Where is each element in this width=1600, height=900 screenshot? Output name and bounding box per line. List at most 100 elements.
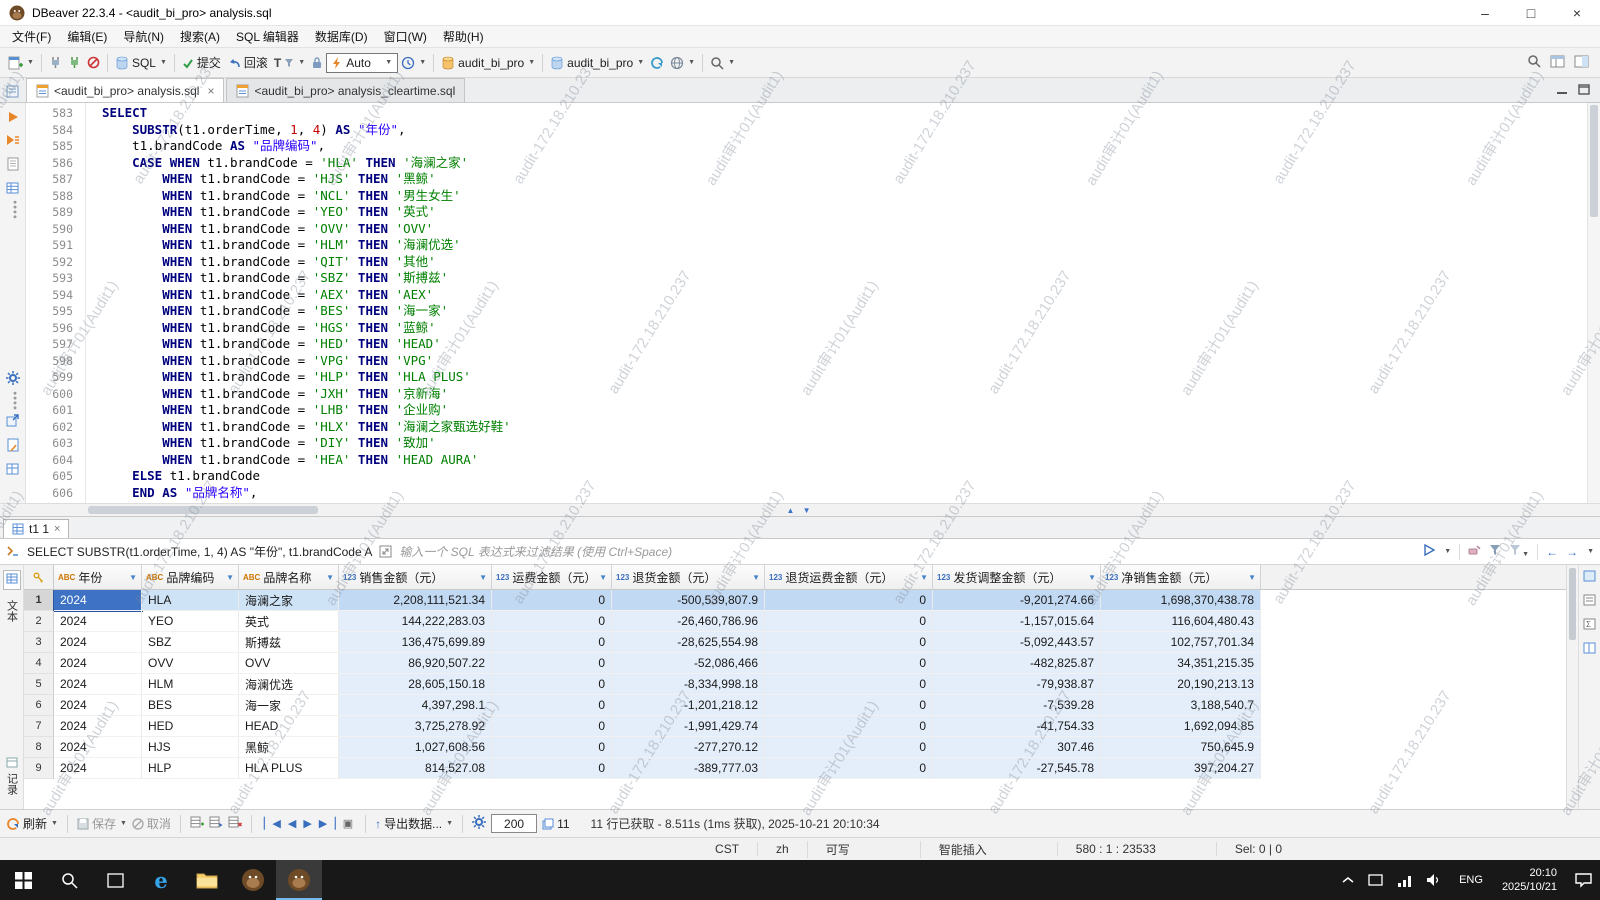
history-back-icon[interactable]: ← xyxy=(1546,545,1558,559)
cell[interactable]: 斯搏兹 xyxy=(239,632,339,653)
cell[interactable]: YEO xyxy=(142,611,239,632)
table-row[interactable]: 3 2024 SBZ 斯搏兹 136,475,699.89 0 -28,625,554.98… xyxy=(24,632,1566,653)
column-filter-icon[interactable]: ▼ xyxy=(748,573,760,582)
scrollbar-thumb[interactable] xyxy=(1569,568,1576,640)
cell[interactable]: -1,157,015.64 xyxy=(933,611,1101,632)
duplicate-row-button[interactable] xyxy=(209,816,223,831)
grid-edit-icon[interactable] xyxy=(6,463,19,478)
cell[interactable]: 814,527.08 xyxy=(339,758,492,779)
code-line[interactable]: WHEN t1.brandCode = 'DIY' THEN '致加' xyxy=(102,435,1587,452)
add-row-button[interactable] xyxy=(190,816,204,831)
cell[interactable]: -41,754.33 xyxy=(933,716,1101,737)
fetch-pages-indicator[interactable]: 11 xyxy=(542,817,570,831)
execute-statement-icon[interactable] xyxy=(7,111,19,126)
cell[interactable]: 0 xyxy=(492,695,612,716)
cell[interactable]: 0 xyxy=(492,716,612,737)
minimize-button[interactable]: – xyxy=(1462,0,1508,25)
save-script-icon[interactable] xyxy=(7,438,19,455)
first-row-button[interactable]: ▏◀ xyxy=(264,817,281,830)
table-row[interactable]: 4 2024 OVV OVV 86,920,507.22 0 -52,086,466 0 -48… xyxy=(24,653,1566,674)
row-number[interactable]: 5 xyxy=(24,674,54,695)
column-filter-icon[interactable]: ▼ xyxy=(916,573,928,582)
minimize-editor-icon[interactable] xyxy=(1556,84,1568,98)
cell[interactable]: 2,208,111,521.34 xyxy=(339,590,492,611)
cell[interactable]: 307.46 xyxy=(933,737,1101,758)
grid-corner-key-icon[interactable] xyxy=(24,565,54,589)
cell[interactable]: 0 xyxy=(492,758,612,779)
grid-vertical-scrollbar[interactable] xyxy=(1566,565,1578,809)
code-line[interactable]: SELECT xyxy=(102,105,1587,122)
menu-file[interactable]: 文件(F) xyxy=(4,26,59,47)
code-line[interactable]: END AS "品牌名称", xyxy=(102,485,1587,502)
cell[interactable]: HLA xyxy=(142,590,239,611)
cell[interactable]: 4,397,298.1 xyxy=(339,695,492,716)
history-dropdown-icon[interactable]: ▼ xyxy=(1587,548,1594,555)
column-header[interactable]: ABC 品牌编码 ▼ xyxy=(142,565,239,589)
cell[interactable]: 2024 xyxy=(54,611,142,632)
code-line[interactable]: WHEN t1.brandCode = 'QIT' THEN '其他' xyxy=(102,254,1587,271)
cell[interactable]: 102,757,701.34 xyxy=(1101,632,1261,653)
cursor-position[interactable]: 580 : 1 : 23533 xyxy=(1056,842,1216,856)
table-row[interactable]: 5 2024 HLM 海澜优选 28,605,150.18 0 -8,334,998.18 0… xyxy=(24,674,1566,695)
cell[interactable]: 2024 xyxy=(54,653,142,674)
filter-input[interactable]: 输入一个 SQL 表达式来过滤结果 (使用 Ctrl+Space) xyxy=(399,543,672,560)
dbeaver-taskbar-icon[interactable] xyxy=(230,860,276,900)
tray-chevron-up-icon[interactable] xyxy=(1335,860,1361,900)
editor-vertical-scrollbar[interactable] xyxy=(1587,103,1600,503)
connection-selector[interactable]: audit_bi_pro ▼ xyxy=(438,54,538,72)
cell[interactable]: -482,825.87 xyxy=(933,653,1101,674)
cell[interactable]: 3,188,540.7 xyxy=(1101,695,1261,716)
cell[interactable]: -389,777.03 xyxy=(612,758,765,779)
tab-analysis-cleartime-sql[interactable]: <audit_bi_pro> analysis_cleartime.sql xyxy=(226,78,466,102)
code-line[interactable]: WHEN t1.brandCode = 'HGS' THEN '蓝鲸' xyxy=(102,320,1587,337)
column-header[interactable]: ABC 年份 ▼ xyxy=(54,565,142,589)
menu-help[interactable]: 帮助(H) xyxy=(435,26,492,47)
cell[interactable]: HLA PLUS xyxy=(239,758,339,779)
commit-button[interactable]: 提交 xyxy=(179,52,224,73)
code-line[interactable]: WHEN t1.brandCode = 'YEO' THEN '英式' xyxy=(102,204,1587,221)
expand-filter-icon[interactable] xyxy=(379,545,392,558)
perspective-icon[interactable] xyxy=(1550,55,1565,71)
row-number[interactable]: 1 xyxy=(24,590,54,611)
grid-view-tab[interactable] xyxy=(2,570,21,590)
row-number[interactable]: 3 xyxy=(24,632,54,653)
cell[interactable]: -500,539,807.9 xyxy=(612,590,765,611)
cell[interactable]: 0 xyxy=(492,590,612,611)
column-header[interactable]: 123 运费金额（元） ▼ xyxy=(492,565,612,589)
cell[interactable]: HJS xyxy=(142,737,239,758)
file-explorer-icon[interactable] xyxy=(184,860,230,900)
new-sql-editor-button[interactable]: ▼ xyxy=(5,53,37,72)
row-number[interactable]: 8 xyxy=(24,737,54,758)
column-filter-icon[interactable]: ▼ xyxy=(1244,573,1256,582)
cell[interactable]: -27,545.78 xyxy=(933,758,1101,779)
fetch-size-input[interactable]: 200 xyxy=(491,814,538,833)
save-filter-funnel-icon[interactable] xyxy=(1489,544,1501,559)
sync-connection-button[interactable] xyxy=(647,54,667,72)
lock-button[interactable] xyxy=(308,54,326,71)
cell[interactable]: 0 xyxy=(765,716,933,737)
cell[interactable]: 0 xyxy=(765,674,933,695)
maximize-editor-icon[interactable] xyxy=(1578,84,1590,98)
cell[interactable]: 0 xyxy=(765,590,933,611)
table-row[interactable]: 6 2024 BES 海一家 4,397,298.1 0 -1,201,218.12 0 -7,… xyxy=(24,695,1566,716)
transaction-filter-button[interactable]: T ▼ xyxy=(271,54,308,72)
tab-close-icon[interactable]: × xyxy=(207,84,214,98)
cell[interactable]: 34,351,215.35 xyxy=(1101,653,1261,674)
row-number[interactable]: 2 xyxy=(24,611,54,632)
menu-navigate[interactable]: 导航(N) xyxy=(115,26,172,47)
column-filter-icon[interactable]: ▼ xyxy=(1084,573,1096,582)
cell[interactable]: 0 xyxy=(765,632,933,653)
cell[interactable]: BES xyxy=(142,695,239,716)
row-number[interactable]: 7 xyxy=(24,716,54,737)
cell[interactable]: 2024 xyxy=(54,695,142,716)
refresh-button[interactable]: 刷新 ▼ xyxy=(6,815,58,832)
cell[interactable]: HEAD xyxy=(239,716,339,737)
editor-horizontal-scrollbar[interactable]: ▲ ▼ xyxy=(0,503,1600,517)
code-line[interactable]: WHEN t1.brandCode = 'LHB' THEN '企业购' xyxy=(102,402,1587,419)
tx-log-button[interactable]: ▼ xyxy=(398,54,429,72)
cell[interactable]: 0 xyxy=(765,737,933,758)
cell[interactable]: 136,475,699.89 xyxy=(339,632,492,653)
column-header[interactable]: 123 退货金额（元） ▼ xyxy=(612,565,765,589)
cell[interactable]: 116,604,480.43 xyxy=(1101,611,1261,632)
table-row[interactable]: 7 2024 HED HEAD 3,725,278.92 0 -1,991,429.74 0-… xyxy=(24,716,1566,737)
